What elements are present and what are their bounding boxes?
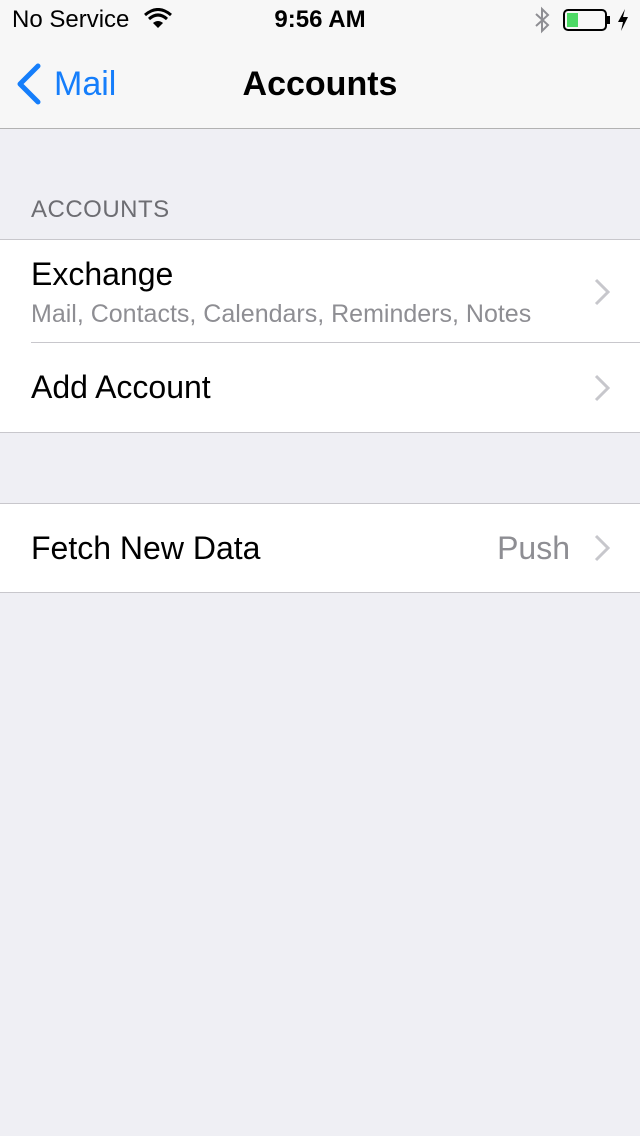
battery-icon (563, 9, 610, 31)
back-button[interactable]: Mail (14, 62, 116, 106)
section-header-accounts: ACCOUNTS (31, 196, 170, 223)
top-bar: No Service 9:56 AM Accounts Mail (0, 0, 640, 129)
fetch-group: Fetch New Data Push (0, 503, 640, 593)
fetch-mode-value: Push (497, 530, 570, 566)
account-title: Exchange (31, 256, 174, 292)
chevron-right-icon (594, 534, 610, 562)
accounts-group: Exchange Mail, Contacts, Calendars, Remi… (0, 239, 640, 433)
account-services: Mail, Contacts, Calendars, Reminders, No… (31, 300, 532, 328)
add-account-cell[interactable]: Add Account (0, 343, 640, 432)
chevron-right-icon (594, 278, 610, 306)
back-chevron-icon (17, 63, 41, 105)
fetch-new-data-cell[interactable]: Fetch New Data Push (0, 504, 640, 592)
back-button-label: Mail (54, 64, 117, 103)
account-cell-exchange[interactable]: Exchange Mail, Contacts, Calendars, Remi… (0, 240, 640, 343)
navigation-bar: Accounts Mail (0, 40, 640, 128)
bluetooth-icon (535, 6, 550, 34)
add-account-label: Add Account (31, 369, 211, 405)
status-bar: No Service 9:56 AM (0, 0, 640, 40)
fetch-new-data-label: Fetch New Data (31, 530, 261, 566)
charging-bolt-icon (618, 9, 628, 31)
chevron-right-icon (594, 374, 610, 402)
